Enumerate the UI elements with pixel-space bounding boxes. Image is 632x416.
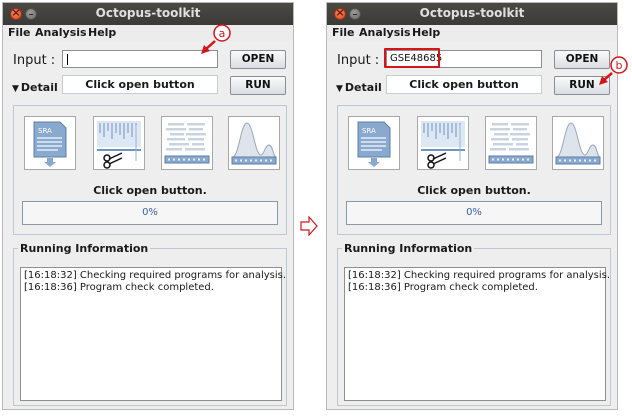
progress-label: 0%: [142, 207, 158, 218]
progress-label: 0%: [466, 207, 482, 218]
peak-calling-step-icon: [228, 116, 280, 170]
pipeline-panel: SRA Click open button. 0%: [337, 105, 611, 235]
menu-analysis[interactable]: Analysis: [35, 26, 87, 39]
app-window-after: Octopus-toolkit File Analysis Help Input…: [326, 2, 618, 410]
title-bar: Octopus-toolkit: [327, 3, 617, 25]
menu-help[interactable]: Help: [88, 26, 116, 39]
running-information-group: Running Information [16:18:32] Checking …: [13, 242, 287, 406]
trimming-icon: [421, 121, 465, 169]
trimming-icon: [97, 121, 141, 169]
panel-status-text: Click open button.: [93, 184, 207, 197]
log-area[interactable]: [16:18:32] Checking required programs fo…: [344, 267, 611, 401]
scissors-icon: [427, 152, 447, 169]
annotation-b-marker: b: [599, 56, 628, 85]
svg-text:a: a: [219, 27, 226, 40]
arrow-right-icon: [300, 216, 318, 236]
peak-calling-icon: [231, 122, 277, 165]
sra-step-icon: SRA: [24, 116, 76, 170]
alignment-icon: [488, 123, 534, 164]
log-line: [16:18:36] Program check completed.: [348, 282, 538, 293]
menu-file[interactable]: File: [8, 26, 31, 39]
input-highlight-box: [384, 48, 440, 68]
sra-file-icon: SRA: [357, 121, 391, 167]
trimming-step-icon: [93, 116, 145, 170]
progress-bar: 0%: [346, 201, 602, 225]
peak-calling-icon: [555, 122, 601, 165]
running-information-title: Running Information: [342, 242, 475, 255]
window-title: Octopus-toolkit: [419, 6, 525, 20]
log-line: [16:18:36] Program check completed.: [24, 282, 214, 293]
alignment-step-icon: [485, 116, 537, 170]
detail-toggle[interactable]: ▼ Detail: [12, 81, 58, 94]
alignment-step-icon: [161, 116, 213, 170]
svg-text:b: b: [616, 59, 623, 72]
annotation-a-marker: a: [201, 24, 231, 54]
progress-bar: 0%: [22, 201, 278, 225]
peak-calling-step-icon: [552, 116, 604, 170]
scissors-icon: [103, 152, 123, 169]
sra-file-icon: SRA: [33, 121, 67, 167]
window-title: Octopus-toolkit: [95, 6, 201, 20]
log-line: [16:18:32] Checking required programs fo…: [24, 270, 287, 281]
detail-toggle[interactable]: ▼ Detail: [336, 81, 382, 94]
svg-text:SRA: SRA: [362, 127, 376, 135]
log-area[interactable]: [16:18:32] Checking required programs fo…: [20, 267, 287, 401]
input-label: Input :: [13, 53, 56, 68]
running-information-group: Running Information [16:18:32] Checking …: [337, 242, 611, 406]
log-line: [16:18:32] Checking required programs fo…: [348, 270, 611, 281]
menu-bar: File Analysis Help: [327, 25, 617, 41]
svg-text:SRA: SRA: [38, 127, 52, 135]
status-box: Click open button: [62, 75, 218, 94]
panel-status-text: Click open button.: [417, 184, 531, 197]
app-window-before: Octopus-toolkit File Analysis Help Input…: [2, 2, 294, 410]
status-box: Click open button: [386, 75, 542, 94]
trimming-step-icon: [417, 116, 469, 170]
run-button[interactable]: RUN: [230, 76, 286, 95]
detail-label: Detail: [344, 81, 382, 94]
sra-step-icon: SRA: [348, 116, 400, 170]
menu-analysis[interactable]: Analysis: [359, 26, 411, 39]
pipeline-panel: SRA Click open button. 0%: [13, 105, 287, 235]
alignment-icon: [164, 123, 210, 164]
detail-label: Detail: [20, 81, 58, 94]
input-label: Input :: [337, 53, 380, 68]
menu-file[interactable]: File: [332, 26, 355, 39]
menu-help[interactable]: Help: [412, 26, 440, 39]
text-caret: [67, 54, 68, 65]
running-information-title: Running Information: [18, 242, 151, 255]
triangle-down-icon: ▼: [12, 84, 19, 94]
triangle-down-icon: ▼: [336, 84, 343, 94]
input-field[interactable]: [62, 50, 218, 68]
